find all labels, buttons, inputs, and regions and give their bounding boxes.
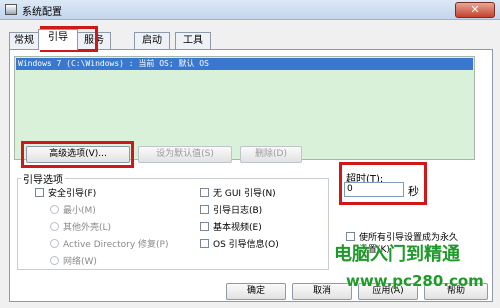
ok-button[interactable]: 确定 bbox=[226, 283, 286, 300]
boot-options-label: 引导选项 bbox=[21, 171, 65, 186]
os-boot-info-label: OS 引导信息(O) bbox=[213, 240, 279, 250]
no-gui-boot-checkbox[interactable] bbox=[200, 188, 209, 197]
os-list-item[interactable]: Windows 7 (C:\Windows) : 当前 OS; 默认 OS bbox=[16, 58, 473, 70]
delete-button[interactable]: 删除(D) bbox=[240, 146, 302, 163]
active-directory-label: Active Directory 修复(P) bbox=[63, 240, 169, 250]
safe-boot-checkbox[interactable] bbox=[35, 188, 44, 197]
minimal-label: 最小(M) bbox=[63, 206, 96, 216]
set-default-button[interactable]: 设为默认值(S) bbox=[138, 146, 232, 163]
cancel-button[interactable]: 取消 bbox=[292, 283, 352, 300]
boot-log-checkbox[interactable] bbox=[200, 205, 209, 214]
watermark-text: 电脑入门到精通 bbox=[334, 244, 460, 265]
alternate-shell-radio[interactable] bbox=[50, 222, 59, 231]
dialog-body: 常规 引导 服务 启动 工具 Windows 7 (C:\Windows) : … bbox=[0, 20, 500, 308]
tab-general[interactable]: 常规 bbox=[9, 32, 39, 49]
no-gui-boot-label: 无 GUI 引导(N) bbox=[213, 189, 276, 199]
window-title: 系统配置 bbox=[22, 7, 62, 18]
tab-services[interactable]: 服务 bbox=[77, 32, 111, 49]
close-icon: ✕ bbox=[470, 3, 480, 16]
close-button[interactable]: ✕ bbox=[455, 2, 495, 18]
watermark-url: www.pc280.com bbox=[346, 272, 484, 290]
base-video-label: 基本视频(E) bbox=[213, 223, 262, 233]
advanced-options-button[interactable]: 高级选项(V)... bbox=[26, 146, 130, 163]
tab-tools[interactable]: 工具 bbox=[175, 32, 211, 49]
title-bar[interactable]: 系统配置 ✕ bbox=[0, 0, 500, 20]
safe-boot-label: 安全引导(F) bbox=[48, 189, 97, 199]
boot-log-label: 引导日志(B) bbox=[213, 206, 263, 216]
os-list[interactable]: Windows 7 (C:\Windows) : 当前 OS; 默认 OS bbox=[14, 56, 475, 160]
system-config-window: 系统配置 ✕ 常规 引导 服务 启动 工具 Windows 7 (C:\Wind… bbox=[0, 0, 500, 308]
timeout-input[interactable]: 0 bbox=[344, 182, 404, 197]
network-radio[interactable] bbox=[50, 256, 59, 265]
tab-startup[interactable]: 启动 bbox=[134, 32, 170, 49]
alternate-shell-label: 其他外壳(L) bbox=[63, 223, 112, 233]
minimal-radio[interactable] bbox=[50, 205, 59, 214]
network-label: 网络(W) bbox=[63, 257, 97, 267]
os-boot-info-checkbox[interactable] bbox=[200, 239, 209, 248]
active-directory-radio[interactable] bbox=[50, 239, 59, 248]
base-video-checkbox[interactable] bbox=[200, 222, 209, 231]
tab-boot[interactable]: 引导 bbox=[38, 29, 78, 50]
timeout-unit: 秒 bbox=[408, 185, 419, 198]
app-icon bbox=[5, 4, 17, 15]
